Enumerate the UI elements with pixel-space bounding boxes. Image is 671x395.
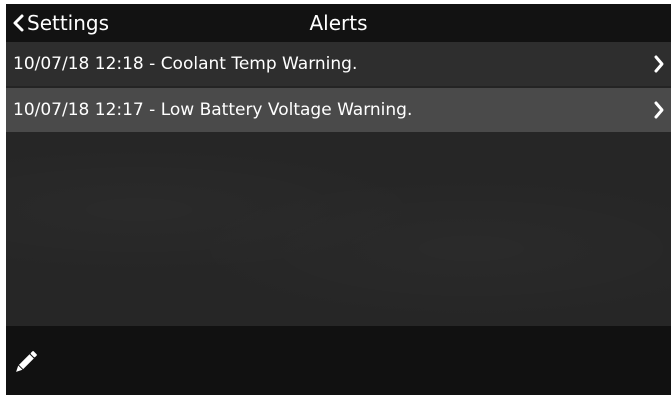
chevron-right-icon <box>654 101 664 119</box>
back-button-label: Settings <box>27 11 110 35</box>
alert-row-text: 10/07/18 12:18 - Coolant Temp Warning. <box>13 54 358 74</box>
back-button[interactable]: Settings <box>12 4 109 42</box>
alert-row-text: 10/07/18 12:17 - Low Battery Voltage War… <box>13 100 413 120</box>
edit-button[interactable] <box>11 347 41 377</box>
alerts-screen: Settings Alerts 10/07/18 12:18 - Coolant… <box>6 4 671 395</box>
header-bar: Settings Alerts <box>6 4 671 42</box>
alert-list-empty-area <box>6 132 671 326</box>
chevron-left-icon <box>13 14 24 32</box>
alert-row-selected[interactable]: 10/07/18 12:17 - Low Battery Voltage War… <box>6 88 671 132</box>
pencil-icon <box>16 351 37 372</box>
alert-row[interactable]: 10/07/18 12:18 - Coolant Temp Warning. <box>6 42 671 86</box>
footer-toolbar <box>6 326 671 395</box>
chevron-right-icon <box>654 55 664 73</box>
